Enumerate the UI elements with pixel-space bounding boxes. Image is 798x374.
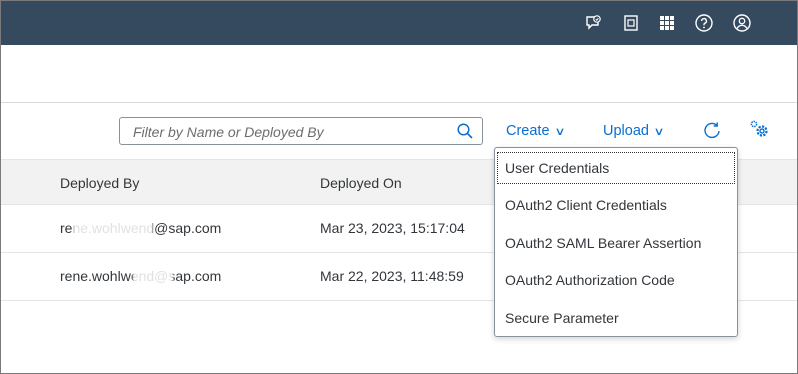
menu-item-user-credentials[interactable]: User Credentials bbox=[495, 150, 737, 186]
refresh-button[interactable] bbox=[702, 121, 722, 145]
app-frame: Filter by Name or Deployed By Create ∨ Up… bbox=[0, 0, 798, 374]
search-placeholder: Filter by Name or Deployed By bbox=[133, 124, 324, 140]
redaction-mask bbox=[133, 267, 173, 285]
refresh-icon bbox=[704, 122, 720, 139]
chevron-down-icon: ∨ bbox=[553, 126, 566, 138]
search-icon[interactable] bbox=[456, 122, 474, 140]
redaction-mask bbox=[73, 219, 153, 237]
page-subheader bbox=[1, 45, 797, 103]
settings-button[interactable] bbox=[749, 119, 771, 145]
deployed-on-cell: Mar 23, 2023, 15:17:04 bbox=[320, 220, 465, 236]
column-header-deployed-on[interactable]: Deployed On bbox=[320, 175, 402, 191]
notes-icon[interactable] bbox=[620, 12, 642, 34]
upload-label: Upload bbox=[603, 123, 649, 139]
feedback-icon[interactable] bbox=[583, 12, 605, 34]
search-input[interactable]: Filter by Name or Deployed By bbox=[119, 117, 483, 145]
upload-button[interactable]: Upload ∨ bbox=[603, 123, 665, 139]
create-menu: User Credentials OAuth2 Client Credentia… bbox=[494, 147, 738, 337]
help-icon[interactable] bbox=[693, 12, 715, 34]
menu-item-oauth2-saml-bearer-assertion[interactable]: OAuth2 SAML Bearer Assertion bbox=[495, 225, 737, 261]
gear-icon bbox=[750, 120, 768, 137]
create-button[interactable]: Create ∨ bbox=[506, 123, 566, 139]
create-label: Create bbox=[506, 123, 550, 139]
chevron-down-icon: ∨ bbox=[653, 126, 665, 138]
product-switch-icon[interactable] bbox=[656, 12, 678, 34]
menu-item-oauth2-client-credentials[interactable]: OAuth2 Client Credentials bbox=[495, 187, 737, 223]
menu-item-secure-parameter[interactable]: Secure Parameter bbox=[495, 300, 737, 336]
menu-item-oauth2-authorization-code[interactable]: OAuth2 Authorization Code bbox=[495, 262, 737, 298]
deployed-on-cell: Mar 22, 2023, 11:48:59 bbox=[320, 268, 464, 284]
user-icon[interactable] bbox=[731, 12, 753, 34]
shell-bar bbox=[1, 1, 797, 45]
column-header-deployed-by[interactable]: Deployed By bbox=[60, 175, 139, 191]
